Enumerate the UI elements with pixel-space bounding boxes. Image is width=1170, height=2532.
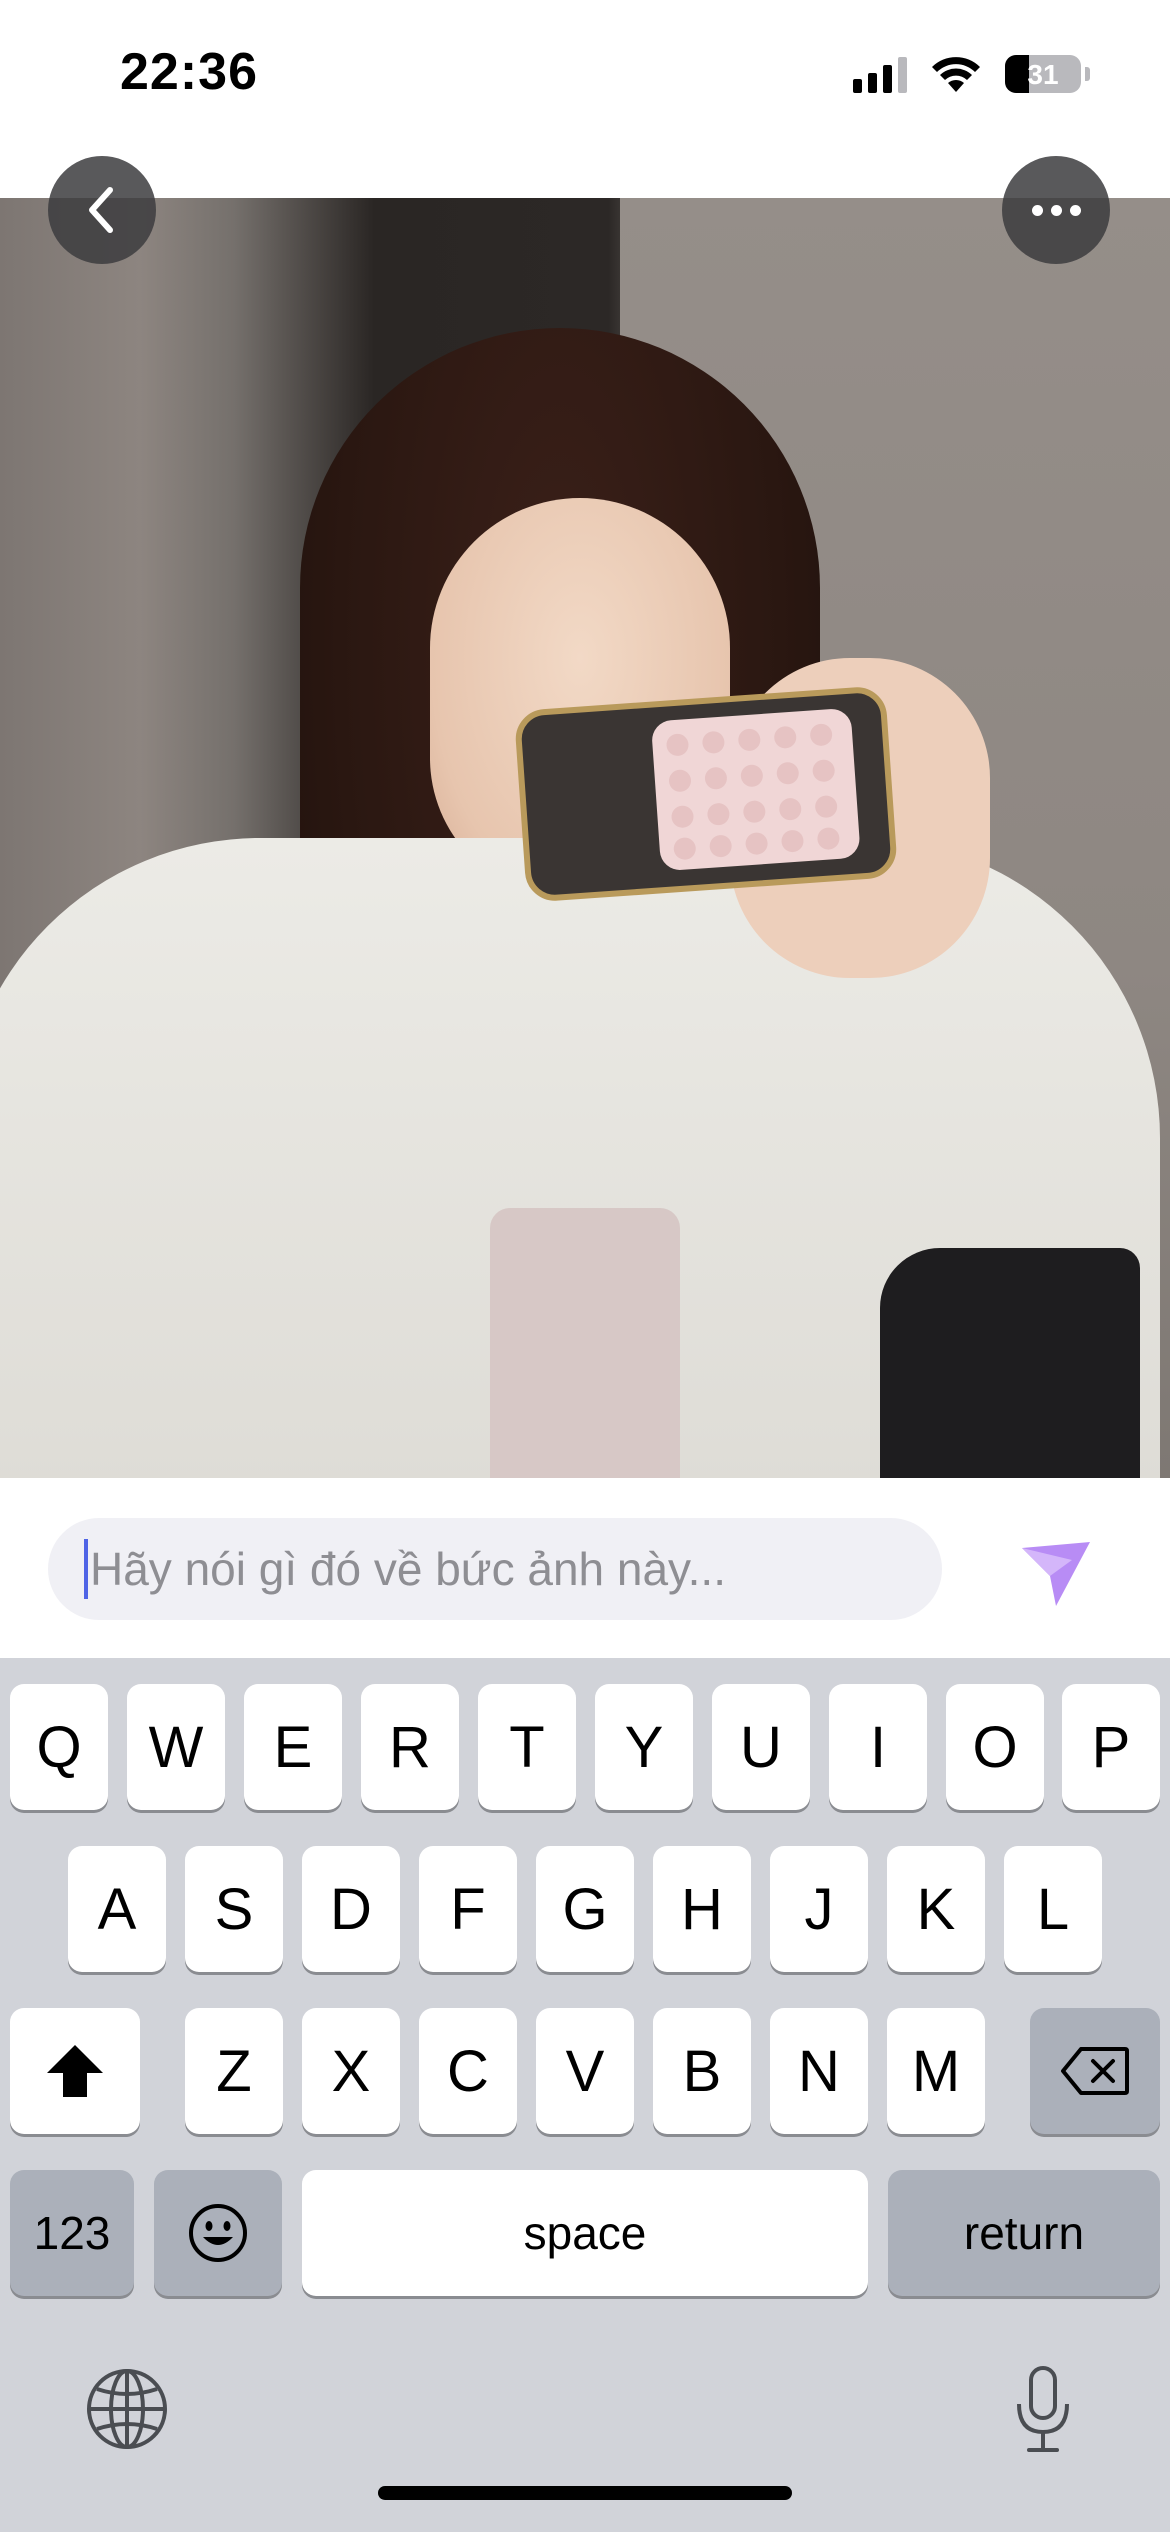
key-k[interactable]: K: [887, 1846, 985, 1972]
return-key[interactable]: return: [888, 2170, 1160, 2296]
key-u[interactable]: U: [712, 1684, 810, 1810]
comment-bar: Hãy nói gì đó về bức ảnh này...: [0, 1478, 1170, 1658]
key-o[interactable]: O: [946, 1684, 1044, 1810]
globe-icon: [87, 2369, 167, 2449]
emoji-key[interactable]: [154, 2170, 282, 2296]
status-bar: 22:36 31: [0, 0, 1170, 150]
key-h[interactable]: H: [653, 1846, 751, 1972]
key-f[interactable]: F: [419, 1846, 517, 1972]
dictation-button[interactable]: [998, 2364, 1088, 2454]
back-button[interactable]: [48, 156, 156, 264]
key-b[interactable]: B: [653, 2008, 751, 2134]
backspace-icon: [1061, 2047, 1129, 2095]
key-a[interactable]: A: [68, 1846, 166, 1972]
key-v[interactable]: V: [536, 2008, 634, 2134]
key-z[interactable]: Z: [185, 2008, 283, 2134]
backspace-key[interactable]: [1030, 2008, 1160, 2134]
cellular-signal-icon: [853, 55, 907, 93]
keyboard: Q W E R T Y U I O P A S D F G H J K L Z …: [0, 1658, 1170, 2532]
key-m[interactable]: M: [887, 2008, 985, 2134]
battery-level: 31: [1027, 59, 1059, 90]
wifi-icon: [932, 57, 980, 92]
ellipsis-icon: [1031, 204, 1081, 216]
key-x[interactable]: X: [302, 2008, 400, 2134]
send-icon: [1022, 1542, 1090, 1606]
emoji-icon: [189, 2204, 247, 2262]
key-j[interactable]: J: [770, 1846, 868, 1972]
photo[interactable]: [0, 198, 1170, 1478]
comment-placeholder: Hãy nói gì đó về bức ảnh này...: [90, 1543, 726, 1595]
numbers-key[interactable]: 123: [10, 2170, 134, 2296]
text-caret: [84, 1539, 88, 1599]
key-d[interactable]: D: [302, 1846, 400, 1972]
key-i[interactable]: I: [829, 1684, 927, 1810]
key-y[interactable]: Y: [595, 1684, 693, 1810]
screen: 22:36 31 Hãy nói gì đó về bức ảnh này...…: [0, 0, 1170, 2532]
key-t[interactable]: T: [478, 1684, 576, 1810]
key-p[interactable]: P: [1062, 1684, 1160, 1810]
key-l[interactable]: L: [1004, 1846, 1102, 1972]
key-n[interactable]: N: [770, 2008, 868, 2134]
microphone-icon: [1017, 2366, 1069, 2452]
comment-input[interactable]: Hãy nói gì đó về bức ảnh này...: [48, 1518, 942, 1620]
battery-icon: 31: [1005, 55, 1081, 93]
key-r[interactable]: R: [361, 1684, 459, 1810]
key-e[interactable]: E: [244, 1684, 342, 1810]
chevron-left-icon: [89, 187, 113, 233]
send-button[interactable]: [1016, 1534, 1096, 1614]
key-g[interactable]: G: [536, 1846, 634, 1972]
status-icons: 31: [853, 54, 1090, 94]
space-key[interactable]: space: [302, 2170, 868, 2296]
key-c[interactable]: C: [419, 2008, 517, 2134]
status-time: 22:36: [120, 43, 258, 101]
key-w[interactable]: W: [127, 1684, 225, 1810]
shift-key[interactable]: [10, 2008, 140, 2134]
shift-icon: [47, 2045, 103, 2097]
globe-button[interactable]: [82, 2364, 172, 2454]
key-s[interactable]: S: [185, 1846, 283, 1972]
home-indicator[interactable]: [378, 2486, 792, 2500]
battery-tip: [1085, 67, 1090, 81]
key-q[interactable]: Q: [10, 1684, 108, 1810]
more-options-button[interactable]: [1002, 156, 1110, 264]
